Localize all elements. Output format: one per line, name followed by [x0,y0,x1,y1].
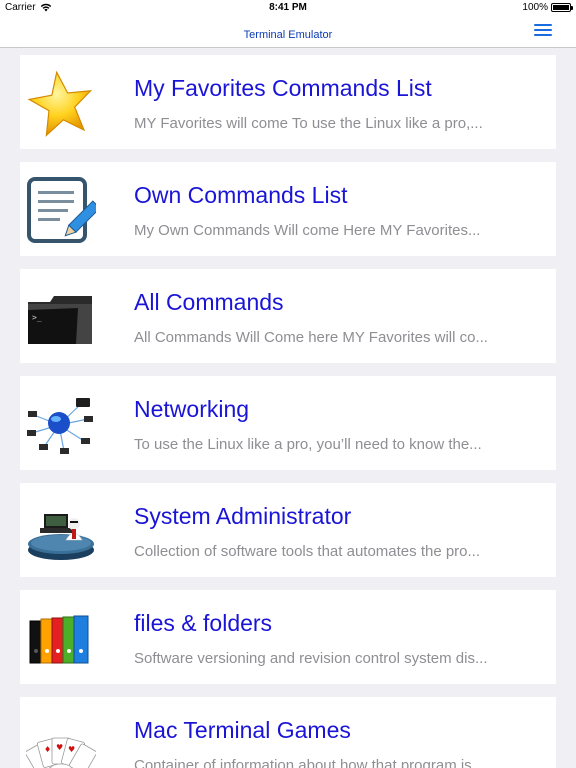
battery-icon [551,3,573,12]
item-description: To use the Linux like a pro, you’ll need… [134,436,482,453]
notepad-pencil-icon [27,177,96,243]
item-title: Own Commands List [134,182,348,208]
clock: 8:41 PM [269,2,307,13]
sysadmin-icon [28,514,94,560]
status-bar: Carrier 8:41 PM 100% [0,0,576,16]
network-globe-icon [27,398,93,454]
item-title: All Commands [134,289,284,315]
list-item-files-folders[interactable]: files & folders Software versioning and … [20,590,556,684]
item-description: My Own Commands Will come Here MY Favori… [134,222,481,239]
svg-text:♦: ♦ [44,745,51,754]
item-title: Mac Terminal Games [134,717,351,743]
battery-percent: 100% [522,2,548,13]
list-item-networking[interactable]: Networking To use the Linux like a pro, … [20,376,556,470]
svg-text:♥: ♥ [68,745,75,754]
list-item-system-administrator[interactable]: System Administrator Collection of softw… [20,483,556,577]
list-item-favorites[interactable]: My Favorites Commands List MY Favorites … [20,55,556,149]
page-title: Terminal Emulator [243,29,333,41]
list-item-mac-terminal-games[interactable]: ♥ ♦ ♥ Mac Terminal Games Container of in… [20,697,556,768]
hamburger-menu-icon[interactable] [534,22,552,38]
item-description: Collection of software tools that automa… [134,543,481,560]
item-title: Networking [134,396,250,422]
list-item-all-commands[interactable]: >_ All Commands All Commands Will Come h… [20,269,556,363]
item-title: files & folders [134,610,273,636]
playing-cards-icon: ♥ ♦ ♥ [26,737,96,768]
item-title: My Favorites Commands List [134,75,432,101]
item-description: Software versioning and revision control… [134,650,488,667]
item-title: System Administrator [134,503,352,529]
terminal-folder-icon: >_ [28,296,92,344]
binders-icon [29,615,89,664]
command-category-list: My Favorites Commands List MY Favorites … [20,55,556,768]
item-description: Container of information about how that … [134,757,485,768]
svg-text:♥: ♥ [56,743,63,752]
svg-text:>_: >_ [32,313,42,322]
item-description: All Commands Will Come here MY Favorites… [134,329,488,346]
battery-indicator: 100% [522,2,573,13]
navigation-bar: Terminal Emulator [0,16,576,48]
list-item-own-commands[interactable]: Own Commands List My Own Commands Will c… [20,162,556,256]
item-description: MY Favorites will come To use the Linux … [134,115,483,132]
star-icon [27,70,93,137]
